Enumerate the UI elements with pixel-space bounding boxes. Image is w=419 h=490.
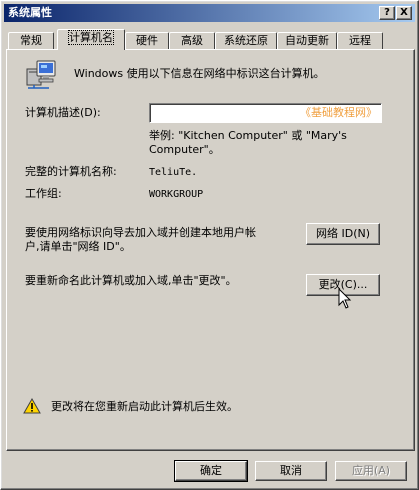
window-title: 系统属性	[8, 6, 52, 19]
tab-automatic-updates[interactable]: 自动更新	[277, 32, 337, 50]
tab-advanced[interactable]: 高级	[169, 32, 215, 50]
system-properties-window: 系统属性 ? X 常规 计算机名 硬件 高级 系统还原 自动更新 远程 Wind…	[0, 0, 419, 490]
computer-name-panel	[6, 49, 415, 451]
tab-general[interactable]: 常规	[8, 32, 54, 50]
tab-strip: 常规 计算机名 硬件 高级 系统还原 自动更新 远程	[6, 29, 415, 50]
apply-button[interactable]: 应用(A)	[335, 461, 407, 481]
cancel-button[interactable]: 取消	[255, 461, 327, 481]
ok-button[interactable]: 确定	[174, 460, 248, 482]
mouse-cursor-icon	[338, 287, 352, 310]
tab-system-restore[interactable]: 系统还原	[215, 32, 277, 50]
tab-computer-name[interactable]: 计算机名	[57, 29, 125, 50]
title-bar[interactable]: 系统属性 ? X	[4, 4, 415, 22]
tab-computer-name-label: 计算机名	[68, 30, 114, 45]
tab-hardware[interactable]: 硬件	[125, 32, 169, 50]
help-button[interactable]: ?	[379, 6, 395, 20]
tab-remote[interactable]: 远程	[337, 32, 383, 50]
close-button[interactable]: X	[396, 6, 412, 20]
